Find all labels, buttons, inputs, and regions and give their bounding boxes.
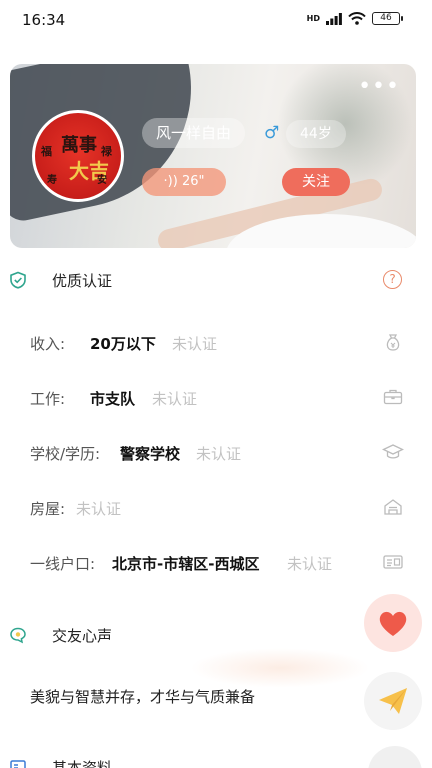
status-bar: 16:34 HD 46 bbox=[0, 0, 432, 40]
avatar[interactable]: 萬事 大吉 福 禄 寿 安 bbox=[32, 110, 124, 202]
speech-bubble-icon bbox=[10, 627, 26, 644]
avatar-glyph: 福 bbox=[41, 145, 52, 158]
row-label: 收入: bbox=[30, 335, 66, 353]
verification-row-income: 收入: 20万以下 未认证 bbox=[0, 327, 432, 357]
profile-card-icon bbox=[10, 760, 26, 768]
hd-indicator: HD bbox=[306, 13, 320, 23]
heart-icon bbox=[379, 611, 407, 636]
house-icon[interactable] bbox=[382, 496, 404, 518]
basic-info-header: 基本资料 bbox=[0, 752, 432, 768]
verification-row-education: 学校/学历: 警察学校 未认证 bbox=[0, 437, 432, 467]
section-title: 基本资料 bbox=[52, 759, 113, 768]
row-status: 未认证 bbox=[196, 445, 242, 463]
briefcase-icon[interactable] bbox=[382, 386, 404, 408]
wifi-icon bbox=[348, 12, 366, 25]
row-status: 未认证 bbox=[152, 390, 198, 408]
verification-row-house: 房屋: 未认证 bbox=[0, 492, 432, 522]
section-title: 优质认证 bbox=[52, 272, 113, 290]
row-value: 20万以下 bbox=[90, 335, 156, 353]
more-action-button[interactable] bbox=[368, 746, 422, 768]
row-value: 警察学校 bbox=[120, 445, 181, 463]
row-status: 未认证 bbox=[287, 555, 333, 573]
more-options-icon[interactable]: ••• bbox=[358, 74, 400, 99]
profile-name: 风一样自由 bbox=[142, 118, 246, 148]
avatar-glyph: 安 bbox=[97, 175, 107, 186]
row-label: 房屋: bbox=[30, 500, 66, 518]
dating-voice-text: 美貌与智慧并存，才华与气质兼备 bbox=[30, 688, 256, 706]
signal-icon bbox=[326, 12, 342, 25]
shield-check-icon bbox=[10, 271, 26, 289]
status-icons: HD 46 bbox=[306, 12, 403, 25]
avatar-glyph: 禄 bbox=[101, 145, 112, 158]
status-time: 16:34 bbox=[22, 11, 66, 29]
avatar-glyph: 萬事 bbox=[61, 135, 97, 156]
money-bag-icon[interactable] bbox=[382, 331, 404, 353]
row-label: 一线户口: bbox=[30, 555, 96, 573]
male-icon: ♂ bbox=[264, 123, 280, 143]
row-status: 未认证 bbox=[76, 500, 122, 518]
avatar-glyph: 寿 bbox=[47, 175, 57, 186]
verification-header: 优质认证 ? bbox=[0, 265, 432, 295]
voice-intro-button[interactable]: ·)) 26" bbox=[142, 168, 226, 196]
voice-wave-icon: ·)) bbox=[163, 174, 178, 189]
graduation-cap-icon[interactable] bbox=[382, 441, 404, 463]
row-label: 学校/学历: bbox=[30, 445, 101, 463]
help-icon[interactable]: ? bbox=[383, 270, 402, 289]
follow-button[interactable]: 关注 bbox=[282, 168, 350, 196]
row-value: 北京市-市辖区-西城区 bbox=[112, 555, 260, 573]
row-status: 未认证 bbox=[172, 335, 218, 353]
paper-plane-icon bbox=[379, 688, 407, 714]
row-label: 工作: bbox=[30, 390, 66, 408]
row-value: 市支队 bbox=[90, 390, 136, 408]
profile-age: 44岁 bbox=[286, 120, 346, 148]
like-button[interactable] bbox=[364, 594, 422, 652]
voice-duration: 26" bbox=[181, 174, 205, 189]
send-message-button[interactable] bbox=[364, 672, 422, 730]
id-card-icon[interactable] bbox=[382, 551, 404, 573]
section-title: 交友心声 bbox=[52, 627, 113, 645]
verification-row-work: 工作: 市支队 未认证 bbox=[0, 382, 432, 412]
battery-icon: 46 bbox=[372, 12, 403, 25]
verification-row-hukou: 一线户口: 北京市-市辖区-西城区 未认证 bbox=[0, 547, 432, 577]
